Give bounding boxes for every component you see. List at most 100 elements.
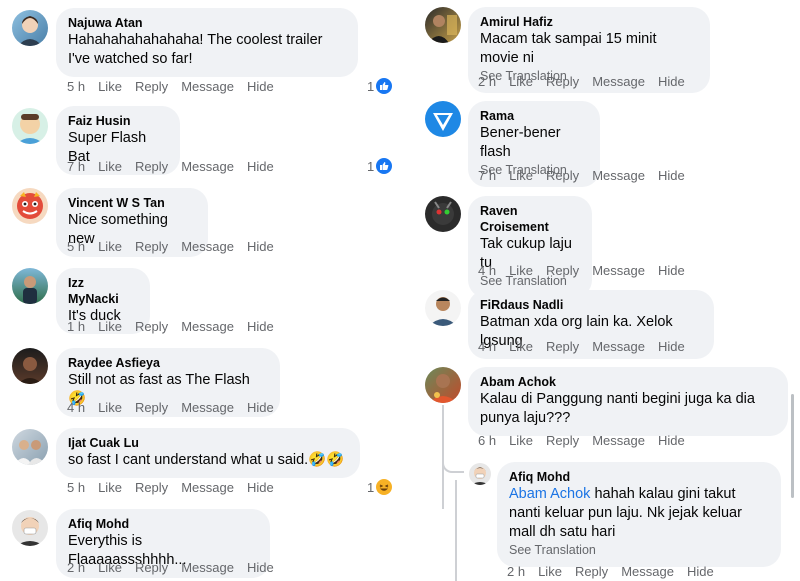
reply-button[interactable]: Reply bbox=[546, 339, 579, 354]
comment-time[interactable]: 2 h bbox=[478, 74, 496, 89]
hide-button[interactable]: Hide bbox=[247, 239, 274, 254]
reply-button[interactable]: Reply bbox=[135, 400, 168, 415]
scrollbar[interactable] bbox=[791, 394, 794, 498]
like-button[interactable]: Like bbox=[98, 79, 122, 94]
reply-button[interactable]: Reply bbox=[135, 319, 168, 334]
like-button[interactable]: Like bbox=[509, 433, 533, 448]
hide-button[interactable]: Hide bbox=[658, 168, 685, 183]
reply-button[interactable]: Reply bbox=[135, 480, 168, 495]
comment-author[interactable]: Abam Achok bbox=[480, 374, 776, 390]
message-button[interactable]: Message bbox=[181, 159, 234, 174]
avatar[interactable] bbox=[425, 101, 461, 137]
avatar[interactable] bbox=[12, 188, 48, 224]
reply-button[interactable]: Reply bbox=[135, 560, 168, 575]
like-button[interactable]: Like bbox=[98, 560, 122, 575]
message-button[interactable]: Message bbox=[592, 339, 645, 354]
like-button[interactable]: Like bbox=[98, 159, 122, 174]
message-button[interactable]: Message bbox=[181, 79, 234, 94]
comment-author[interactable]: FiRdaus Nadli bbox=[480, 297, 702, 313]
reply-button[interactable]: Reply bbox=[135, 239, 168, 254]
see-translation-link[interactable]: See Translation bbox=[509, 542, 769, 559]
reply-button[interactable]: Reply bbox=[546, 433, 579, 448]
comment-time[interactable]: 6 h bbox=[478, 433, 496, 448]
comment-time[interactable]: 5 h bbox=[67, 480, 85, 495]
comment-time[interactable]: 5 h bbox=[67, 239, 85, 254]
avatar[interactable] bbox=[12, 429, 48, 465]
avatar[interactable] bbox=[425, 196, 461, 232]
hide-button[interactable]: Hide bbox=[687, 564, 714, 579]
hide-button[interactable]: Hide bbox=[247, 480, 274, 495]
comment-time[interactable]: 5 h bbox=[67, 79, 85, 94]
comment-author[interactable]: Afiq Mohd bbox=[68, 516, 258, 532]
message-button[interactable]: Message bbox=[181, 480, 234, 495]
comment-text: so fast I cant understand what u said.🤣🤣 bbox=[68, 452, 345, 468]
hide-button[interactable]: Hide bbox=[658, 263, 685, 278]
avatar[interactable] bbox=[425, 367, 461, 403]
avatar[interactable] bbox=[425, 7, 461, 43]
avatar[interactable] bbox=[12, 348, 48, 384]
comment-time[interactable]: 2 h bbox=[507, 564, 525, 579]
avatar[interactable] bbox=[12, 510, 48, 546]
like-button[interactable]: Like bbox=[98, 239, 122, 254]
message-button[interactable]: Message bbox=[592, 263, 645, 278]
like-button[interactable]: Like bbox=[98, 319, 122, 334]
comment-time[interactable]: 2 h bbox=[67, 560, 85, 575]
comment-author[interactable]: Raydee Asfieya bbox=[68, 355, 268, 371]
comment-author[interactable]: Izz MyNacki bbox=[68, 275, 138, 307]
comment-author[interactable]: Rama bbox=[480, 108, 588, 124]
comment-time[interactable]: 1 h bbox=[67, 319, 85, 334]
hide-button[interactable]: Hide bbox=[658, 74, 685, 89]
message-button[interactable]: Message bbox=[181, 239, 234, 254]
message-button[interactable]: Message bbox=[592, 74, 645, 89]
reply-button[interactable]: Reply bbox=[135, 79, 168, 94]
hide-button[interactable]: Hide bbox=[247, 560, 274, 575]
comment-author[interactable]: Ijat Cuak Lu bbox=[68, 435, 348, 451]
hide-button[interactable]: Hide bbox=[247, 319, 274, 334]
hide-button[interactable]: Hide bbox=[658, 433, 685, 448]
comment-author[interactable]: Raven Croisement bbox=[480, 203, 580, 235]
hide-button[interactable]: Hide bbox=[247, 159, 274, 174]
comment-time[interactable]: 7 h bbox=[67, 159, 85, 174]
mention-link[interactable]: Abam Achok bbox=[509, 486, 590, 502]
reaction-count[interactable]: 1 bbox=[367, 158, 393, 174]
comment-author[interactable]: Amirul Hafiz bbox=[480, 14, 698, 30]
comment-time[interactable]: 4 h bbox=[478, 339, 496, 354]
comment-actions: 5 h Like Reply Message Hide bbox=[67, 239, 287, 254]
comment-time[interactable]: 4 h bbox=[67, 400, 85, 415]
hide-button[interactable]: Hide bbox=[247, 400, 274, 415]
like-button[interactable]: Like bbox=[98, 480, 122, 495]
like-button[interactable]: Like bbox=[538, 564, 562, 579]
comment-time[interactable]: 7 h bbox=[478, 168, 496, 183]
reaction-count[interactable]: 1 bbox=[367, 78, 393, 94]
like-button[interactable]: Like bbox=[509, 74, 533, 89]
avatar[interactable] bbox=[12, 10, 48, 46]
reply-button[interactable]: Reply bbox=[575, 564, 608, 579]
reaction-count[interactable]: 1 bbox=[367, 479, 393, 495]
message-button[interactable]: Message bbox=[621, 564, 674, 579]
comment-author[interactable]: Faiz Husin bbox=[68, 113, 168, 129]
comment-author[interactable]: Vincent W S Tan bbox=[68, 195, 196, 211]
reply-button[interactable]: Reply bbox=[135, 159, 168, 174]
avatar[interactable] bbox=[469, 463, 491, 485]
comment-author[interactable]: Afiq Mohd bbox=[509, 469, 769, 485]
reply-button[interactable]: Reply bbox=[546, 74, 579, 89]
reply-button[interactable]: Reply bbox=[546, 263, 579, 278]
like-button[interactable]: Like bbox=[509, 339, 533, 354]
message-button[interactable]: Message bbox=[181, 319, 234, 334]
like-button[interactable]: Like bbox=[98, 400, 122, 415]
reply-button[interactable]: Reply bbox=[546, 168, 579, 183]
avatar[interactable] bbox=[12, 268, 48, 304]
message-button[interactable]: Message bbox=[181, 560, 234, 575]
comment-actions: 4 h Like Reply Message Hide bbox=[67, 400, 287, 415]
message-button[interactable]: Message bbox=[181, 400, 234, 415]
message-button[interactable]: Message bbox=[592, 433, 645, 448]
comment-time[interactable]: 4 h bbox=[478, 263, 496, 278]
message-button[interactable]: Message bbox=[592, 168, 645, 183]
like-button[interactable]: Like bbox=[509, 168, 533, 183]
like-button[interactable]: Like bbox=[509, 263, 533, 278]
comment-author[interactable]: Najuwa Atan bbox=[68, 15, 346, 31]
hide-button[interactable]: Hide bbox=[658, 339, 685, 354]
avatar[interactable] bbox=[12, 108, 48, 144]
hide-button[interactable]: Hide bbox=[247, 79, 274, 94]
avatar[interactable] bbox=[425, 290, 461, 326]
